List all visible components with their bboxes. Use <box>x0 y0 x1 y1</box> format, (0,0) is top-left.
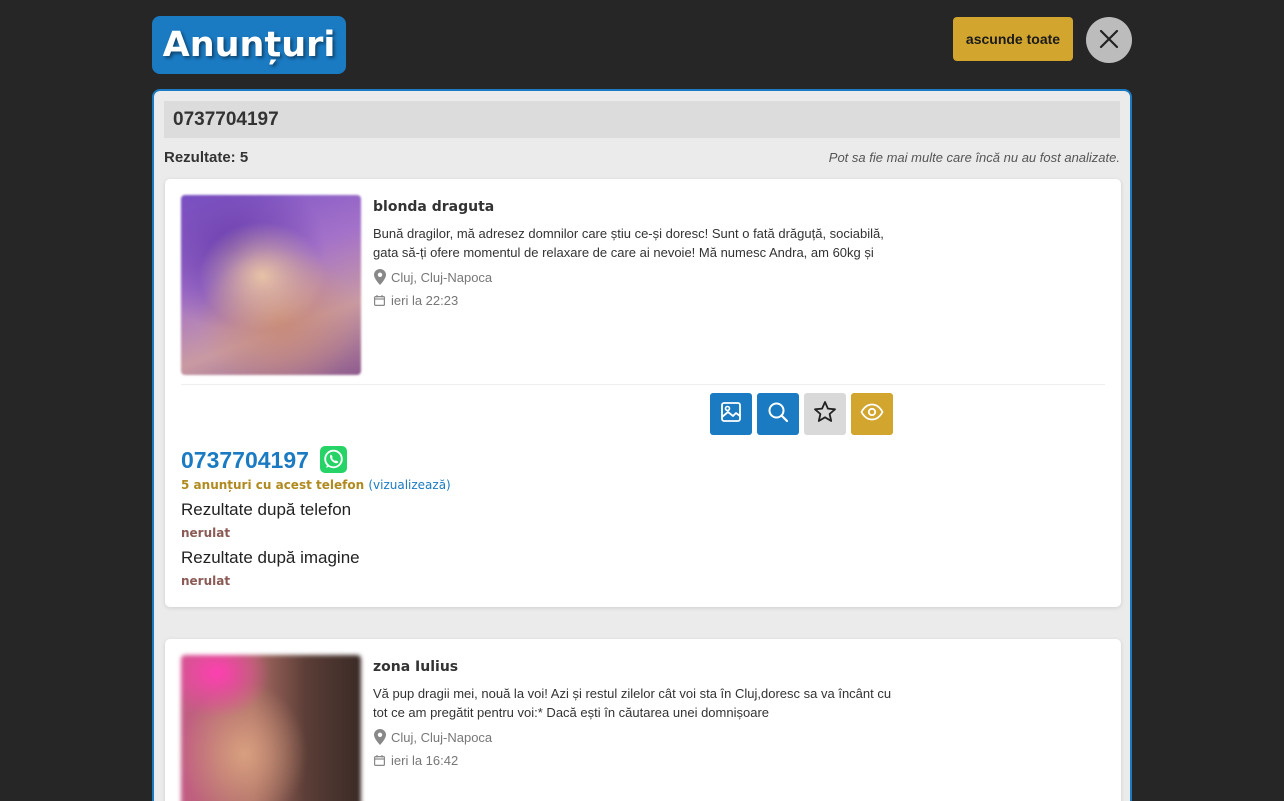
hide-all-button[interactable]: ascunde toate <box>953 17 1073 61</box>
image-icon <box>720 401 742 428</box>
listing-location: Cluj, Cluj-Napoca <box>373 269 492 285</box>
listing-title[interactable]: zona Iulius <box>373 659 458 675</box>
results-count: Rezultate: 5 <box>164 149 249 166</box>
image-results-title: Rezultate după imagine <box>181 548 360 567</box>
listing-description: Bună dragilor, mă adresez domnilor care … <box>373 226 884 260</box>
ads-count: 5 <box>181 478 190 492</box>
image-results-status: nerulat <box>181 574 231 588</box>
whatsapp-icon[interactable] <box>320 446 347 473</box>
search-query: 0737704197 <box>164 101 1120 138</box>
calendar-icon <box>373 752 386 768</box>
results-panel: 0737704197 Rezultate: 5 Pot sa fie mai m… <box>152 89 1132 801</box>
location-pin-icon <box>373 729 386 745</box>
page-title: Anunțuri <box>152 16 346 74</box>
phone-number-link[interactable]: 0737704197 <box>181 447 309 474</box>
search-button[interactable] <box>757 393 799 435</box>
view-button[interactable] <box>851 393 893 435</box>
phone-results-title: Rezultate după telefon <box>181 500 352 519</box>
image-search-button[interactable] <box>710 393 752 435</box>
favorite-button[interactable] <box>804 393 846 435</box>
divider <box>181 384 1105 385</box>
star-icon <box>813 400 837 429</box>
close-button[interactable] <box>1086 17 1132 63</box>
close-icon <box>1098 28 1120 53</box>
listing-date: ieri la 16:42 <box>373 752 458 768</box>
listing-card: blonda draguta Bună dragilor, mă adresez… <box>165 179 1121 607</box>
search-icon <box>767 401 789 428</box>
listing-location: Cluj, Cluj-Napoca <box>373 729 492 745</box>
listing-photo[interactable] <box>181 195 361 375</box>
date-text: ieri la 22:23 <box>391 292 459 308</box>
eye-icon <box>860 403 884 426</box>
ads-text: anunțuri cu acest telefon <box>193 478 365 492</box>
listing-date: ieri la 22:23 <box>373 292 458 308</box>
listing-photo[interactable] <box>181 655 361 801</box>
results-note: Pot sa fie mai multe care încă nu au fos… <box>828 150 1120 165</box>
location-text: Cluj, Cluj-Napoca <box>391 269 493 285</box>
calendar-icon <box>373 292 386 308</box>
listing-card: zona Iulius Vă pup dragii mei, nouă la v… <box>165 639 1121 801</box>
view-ads-link[interactable]: (vizualizează) <box>368 478 450 492</box>
location-text: Cluj, Cluj-Napoca <box>391 729 493 745</box>
listing-title[interactable]: blonda draguta <box>373 199 494 215</box>
ads-count-line: 5 anunțuri cu acest telefon (vizualizeaz… <box>181 478 451 492</box>
phone-results-status: nerulat <box>181 526 231 540</box>
location-pin-icon <box>373 269 386 285</box>
date-text: ieri la 16:42 <box>391 752 459 768</box>
listing-description: Vă pup dragii mei, nouă la voi! Azi și r… <box>373 686 892 720</box>
